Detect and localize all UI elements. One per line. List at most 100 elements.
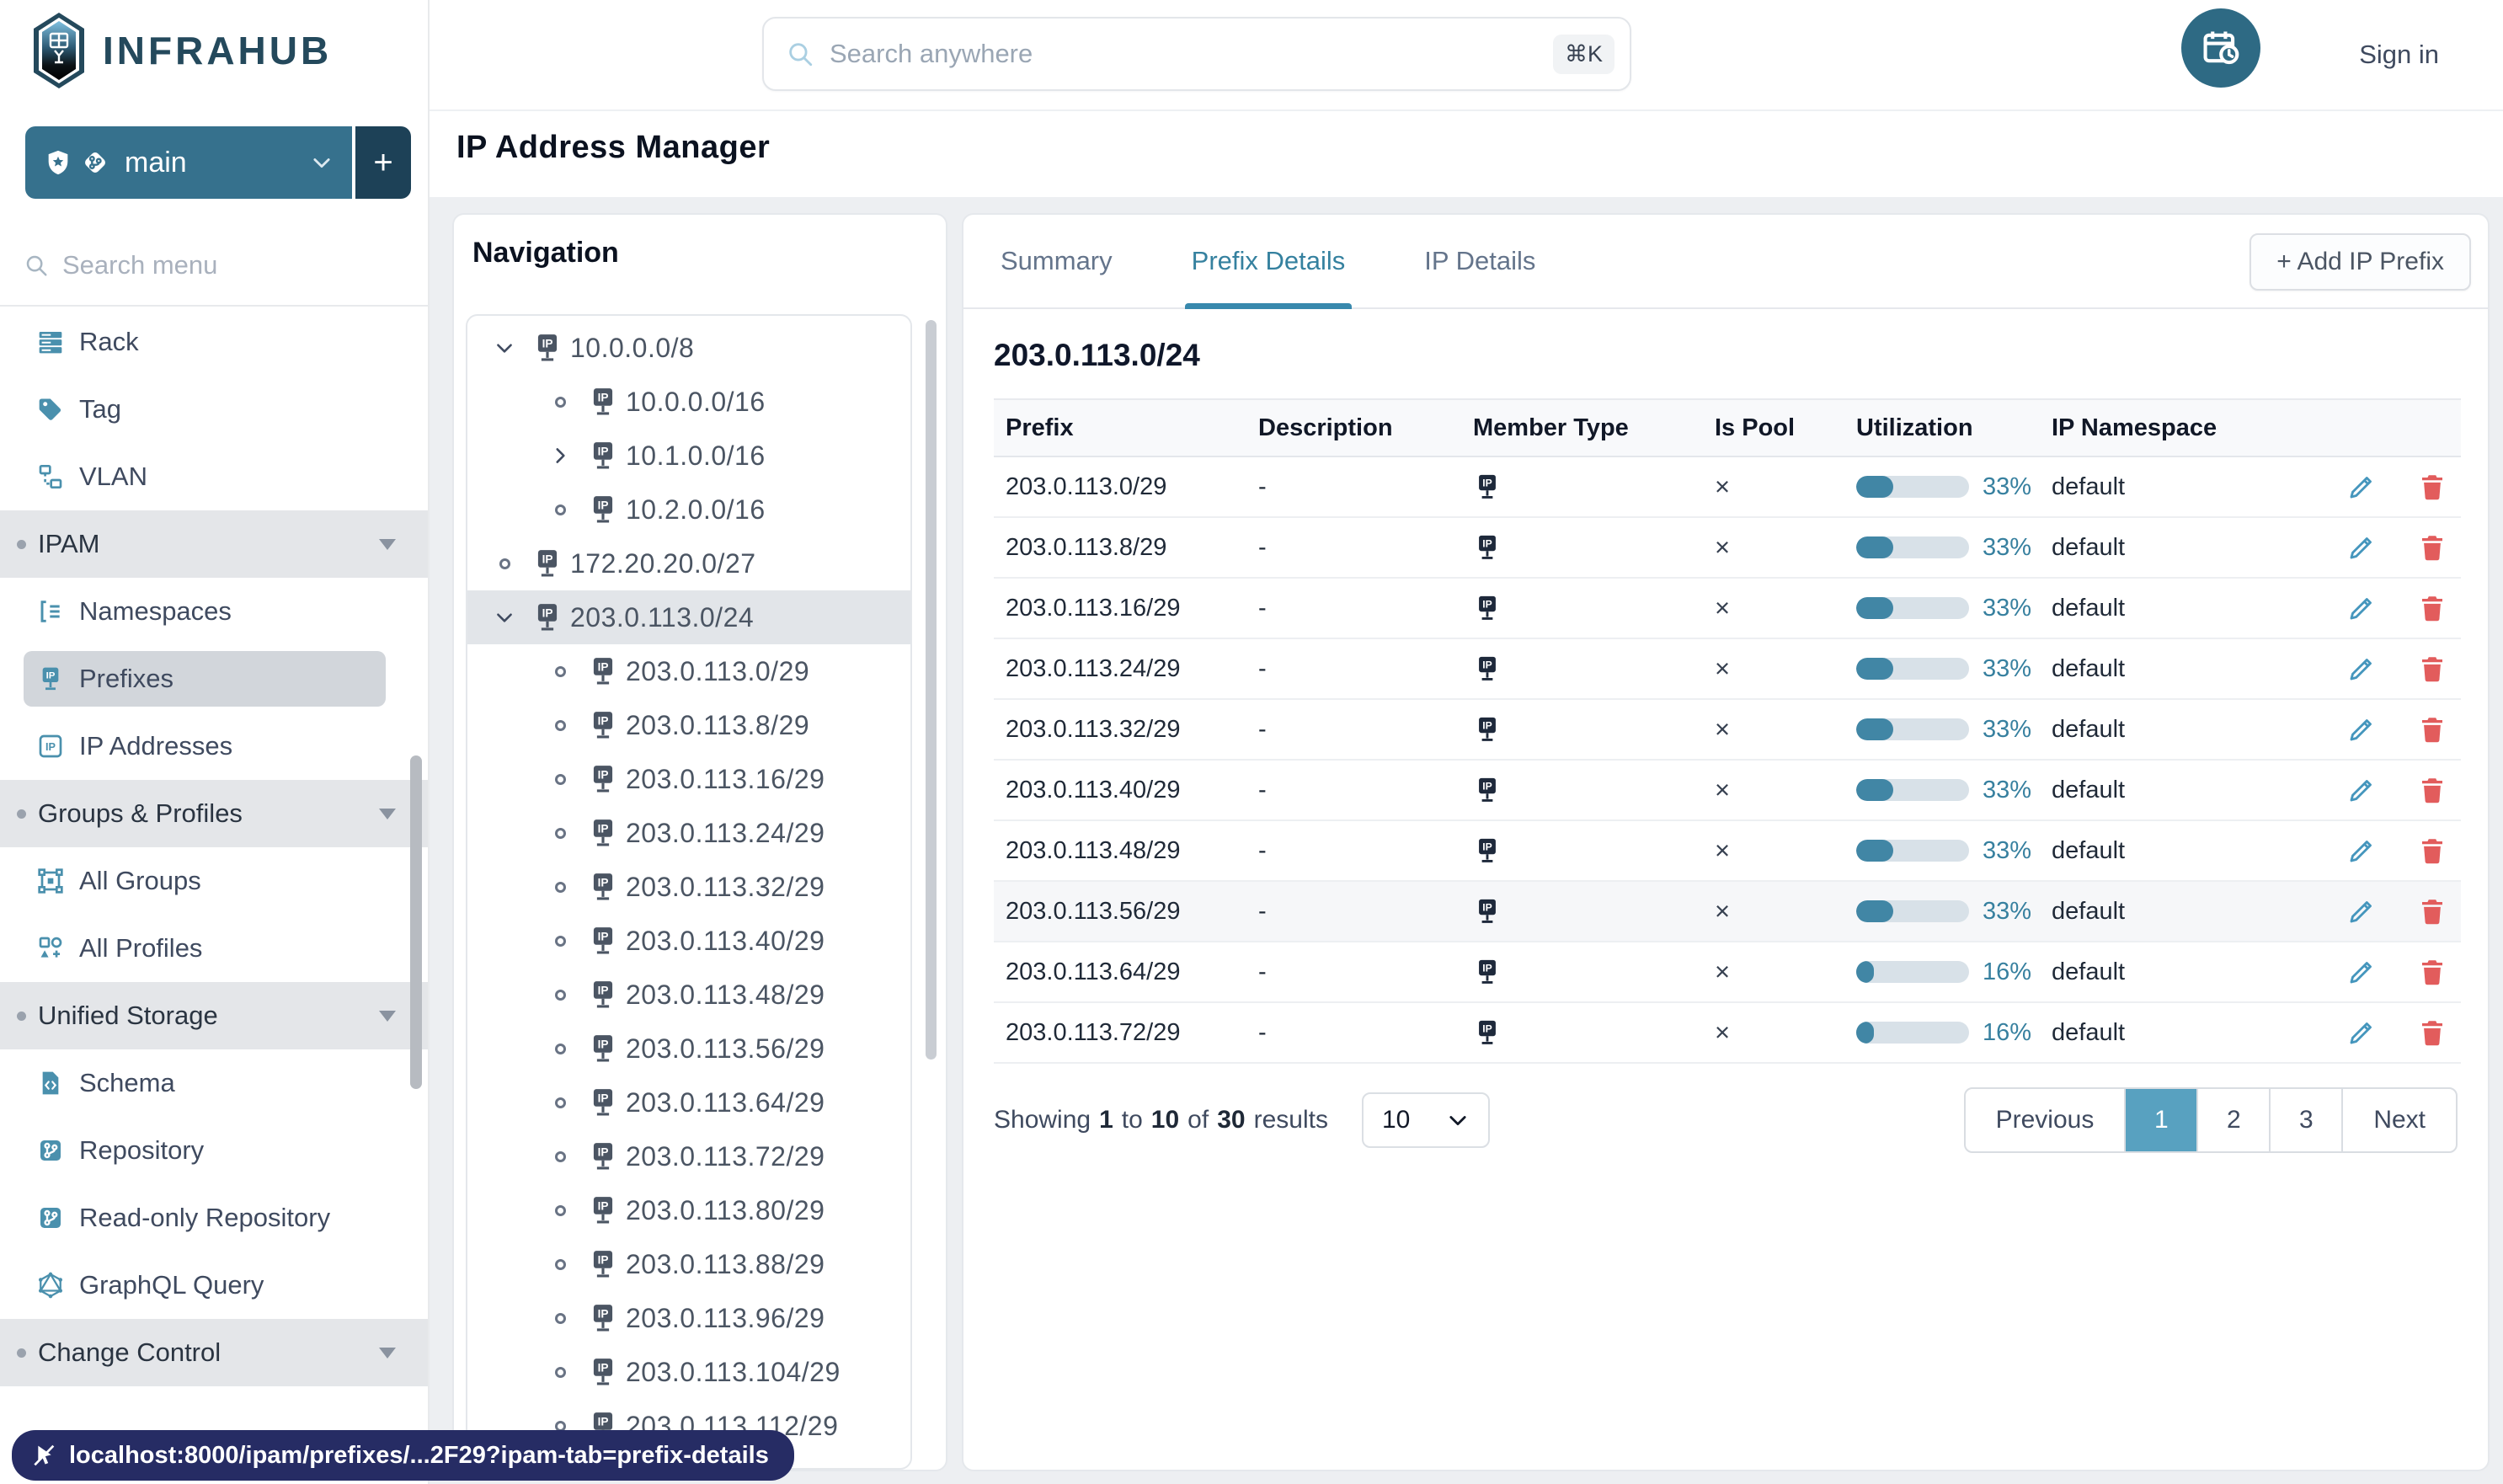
edit-icon[interactable]	[2346, 896, 2377, 926]
sidebar-section-groups-profiles[interactable]: Groups & Profiles	[0, 780, 428, 847]
leaf-circle-icon[interactable]	[542, 773, 579, 785]
sidebar-item-all-groups[interactable]: All Groups	[0, 847, 428, 915]
menu-search-input[interactable]	[62, 250, 404, 280]
tree-item[interactable]: IP 203.0.113.56/29	[467, 1022, 910, 1076]
prefix-cell[interactable]: 203.0.113.24/29	[994, 655, 1246, 683]
tree-item[interactable]: IP 10.2.0.0/16	[467, 483, 910, 536]
sidebar-item-read-only-repository[interactable]: Read-only Repository	[0, 1184, 428, 1252]
tree-item[interactable]: IP 203.0.113.0/24	[467, 590, 910, 644]
tree-item[interactable]: IP 10.1.0.0/16	[467, 429, 910, 483]
delete-icon[interactable]	[2417, 472, 2447, 502]
leaf-circle-icon[interactable]	[542, 1312, 579, 1324]
page-size-select[interactable]: 10	[1361, 1092, 1490, 1148]
leaf-circle-icon[interactable]	[542, 989, 579, 1001]
sidebar-item-namespaces[interactable]: Namespaces	[0, 578, 428, 645]
prefix-cell[interactable]: 203.0.113.32/29	[994, 716, 1246, 744]
sidebar-section-ipam[interactable]: IPAM	[0, 510, 428, 578]
add-ip-prefix-button[interactable]: + Add IP Prefix	[2249, 233, 2471, 291]
leaf-circle-icon[interactable]	[542, 504, 579, 515]
app-logo[interactable]: INFRAHUB	[29, 10, 332, 91]
edit-icon[interactable]	[2346, 654, 2377, 684]
leaf-circle-icon[interactable]	[542, 1150, 579, 1162]
tree-item[interactable]: IP 203.0.113.64/29	[467, 1076, 910, 1129]
leaf-circle-icon[interactable]	[542, 665, 579, 677]
tree-item[interactable]: IP 10.0.0.0/8	[467, 321, 910, 375]
tree-item[interactable]: IP 203.0.113.88/29	[467, 1237, 910, 1291]
prefix-cell[interactable]: 203.0.113.64/29	[994, 958, 1246, 986]
delete-icon[interactable]	[2417, 835, 2447, 866]
prefix-cell[interactable]: 203.0.113.16/29	[994, 595, 1246, 622]
prefix-cell[interactable]: 203.0.113.8/29	[994, 534, 1246, 562]
page-button-2[interactable]: 2	[2196, 1089, 2269, 1151]
sidebar-item-ip-addresses[interactable]: IP IP Addresses	[0, 713, 428, 780]
create-branch-button[interactable]: +	[355, 126, 411, 199]
sidebar-section-change-control[interactable]: Change Control	[0, 1319, 428, 1386]
tree-item[interactable]: IP 203.0.113.0/29	[467, 644, 910, 698]
tab-summary[interactable]: Summary	[994, 215, 1119, 307]
delete-icon[interactable]	[2417, 896, 2447, 926]
sidebar-item-schema[interactable]: Schema	[0, 1049, 428, 1117]
leaf-circle-icon[interactable]	[542, 827, 579, 839]
delete-icon[interactable]	[2417, 1017, 2447, 1048]
sidebar-item-prefixes[interactable]: IP Prefixes	[0, 645, 428, 713]
menu-search[interactable]	[0, 226, 428, 307]
table-row[interactable]: 203.0.113.8/29 - IP × 33% default	[994, 518, 2461, 579]
prefix-cell[interactable]: 203.0.113.56/29	[994, 898, 1246, 926]
leaf-circle-icon[interactable]	[542, 719, 579, 731]
table-row[interactable]: 203.0.113.64/29 - IP × 16% default	[994, 942, 2461, 1003]
leaf-circle-icon[interactable]	[542, 1043, 579, 1054]
tree-item[interactable]: IP 10.0.0.0/16	[467, 375, 910, 429]
page-button-1[interactable]: 1	[2124, 1089, 2197, 1151]
edit-icon[interactable]	[2346, 472, 2377, 502]
chevron-right-icon[interactable]	[542, 445, 579, 467]
global-search-input[interactable]	[814, 39, 1553, 69]
tree-item[interactable]: IP 203.0.113.96/29	[467, 1291, 910, 1345]
sidebar-item-repository[interactable]: Repository	[0, 1117, 428, 1184]
tree-item[interactable]: IP 203.0.113.80/29	[467, 1183, 910, 1237]
delete-icon[interactable]	[2417, 593, 2447, 623]
prefix-cell[interactable]: 203.0.113.72/29	[994, 1019, 1246, 1047]
chevron-down-icon[interactable]	[486, 337, 523, 359]
edit-icon[interactable]	[2346, 775, 2377, 805]
sidebar-item-all-profiles[interactable]: All Profiles	[0, 915, 428, 982]
table-row[interactable]: 203.0.113.56/29 - IP × 33% default	[994, 882, 2461, 942]
edit-icon[interactable]	[2346, 835, 2377, 866]
tree-item[interactable]: IP 172.20.20.0/27	[467, 536, 910, 590]
tab-ip-details[interactable]: IP Details	[1417, 215, 1542, 307]
prefix-cell[interactable]: 203.0.113.0/29	[994, 473, 1246, 501]
table-row[interactable]: 203.0.113.40/29 - IP × 33% default	[994, 761, 2461, 821]
leaf-circle-icon[interactable]	[542, 1366, 579, 1378]
edit-icon[interactable]	[2346, 957, 2377, 987]
leaf-circle-icon[interactable]	[542, 1258, 579, 1270]
leaf-circle-icon[interactable]	[542, 396, 579, 408]
tree-item[interactable]: IP 203.0.113.24/29	[467, 806, 910, 860]
table-row[interactable]: 203.0.113.32/29 - IP × 33% default	[994, 700, 2461, 761]
edit-icon[interactable]	[2346, 593, 2377, 623]
edit-icon[interactable]	[2346, 1017, 2377, 1048]
delete-icon[interactable]	[2417, 957, 2447, 987]
edit-icon[interactable]	[2346, 714, 2377, 745]
tree-item[interactable]: IP 203.0.113.72/29	[467, 1129, 910, 1183]
sign-in-button[interactable]: Sign in	[2359, 0, 2439, 109]
tab-prefix-details[interactable]: Prefix Details	[1184, 215, 1353, 309]
leaf-circle-icon[interactable]	[542, 935, 579, 947]
next-page-button[interactable]: Next	[2341, 1089, 2456, 1151]
global-search[interactable]: ⌘K	[762, 17, 1631, 91]
prefix-cell[interactable]: 203.0.113.48/29	[994, 837, 1246, 865]
table-row[interactable]: 203.0.113.24/29 - IP × 33% default	[994, 639, 2461, 700]
leaf-circle-icon[interactable]	[486, 558, 523, 569]
chevron-down-icon[interactable]	[486, 606, 523, 628]
edit-icon[interactable]	[2346, 532, 2377, 563]
delete-icon[interactable]	[2417, 775, 2447, 805]
sidebar-item-tag[interactable]: Tag	[0, 376, 428, 443]
delete-icon[interactable]	[2417, 532, 2447, 563]
table-row[interactable]: 203.0.113.48/29 - IP × 33% default	[994, 821, 2461, 882]
leaf-circle-icon[interactable]	[542, 881, 579, 893]
prefix-cell[interactable]: 203.0.113.40/29	[994, 777, 1246, 804]
sidebar-section-unified-storage[interactable]: Unified Storage	[0, 982, 428, 1049]
sidebar-item-vlan[interactable]: VLAN	[0, 443, 428, 510]
page-button-3[interactable]: 3	[2269, 1089, 2341, 1151]
tree-item[interactable]: IP 203.0.113.16/29	[467, 752, 910, 806]
tree-item[interactable]: IP 203.0.113.8/29	[467, 698, 910, 752]
sidebar-scrollbar[interactable]	[410, 755, 422, 1089]
